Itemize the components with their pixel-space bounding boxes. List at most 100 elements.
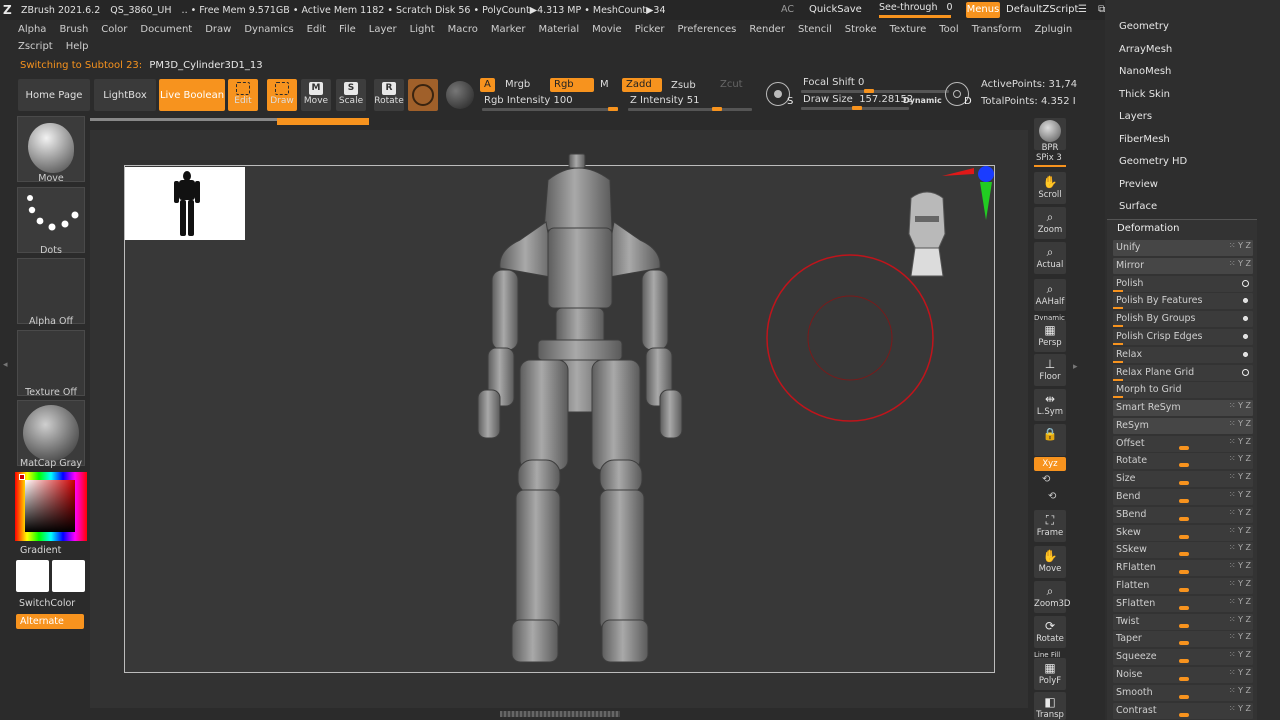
menu-file[interactable]: File	[339, 24, 356, 35]
main-color-swatch[interactable]	[16, 560, 49, 592]
z-intensity-slider[interactable]: Z Intensity 51	[626, 94, 703, 108]
scroll-button[interactable]: ✋ Scroll	[1034, 172, 1066, 204]
home-page-button[interactable]: Home Page	[18, 79, 90, 111]
axis-toggle-icons[interactable]: ⁙ Y Z	[1229, 597, 1251, 606]
deform-relax[interactable]: Relax	[1113, 346, 1253, 363]
deform-polish-by-groups[interactable]: Polish By Groups	[1113, 311, 1253, 328]
persp-button[interactable]: ▦ Persp	[1034, 320, 1066, 352]
zoom3d-button[interactable]: ⌕ Zoom3D	[1034, 581, 1070, 613]
deform-relax-plane-grid[interactable]: Relax Plane Grid	[1113, 364, 1253, 381]
menu-texture[interactable]: Texture	[890, 24, 927, 35]
a-toggle[interactable]: A	[480, 78, 495, 92]
rgb-intensity-knob[interactable]	[608, 107, 618, 111]
menu-stencil[interactable]: Stencil	[798, 24, 832, 35]
palette-surface[interactable]: Surface	[1119, 201, 1157, 212]
rotate-button[interactable]: R Rotate	[374, 79, 404, 111]
move-button[interactable]: M Move	[301, 79, 331, 111]
axis-toggle-icons[interactable]: ⁙ Y Z	[1229, 401, 1251, 410]
deform-taper[interactable]: Taper ⁙ Y Z	[1113, 631, 1253, 648]
axis-toggle-icons[interactable]: ⁙ Y Z	[1229, 579, 1251, 588]
zadd-toggle[interactable]: Zadd	[622, 78, 662, 92]
axis-toggle-icons[interactable]: ⁙ Y Z	[1229, 472, 1251, 481]
deform-unify[interactable]: Unify ⁙ Y Z	[1113, 240, 1253, 256]
deform-flatten[interactable]: Flatten ⁙ Y Z	[1113, 578, 1253, 594]
live-boolean-button[interactable]: Live Boolean	[159, 79, 225, 111]
deformation-header[interactable]: Deformation	[1117, 223, 1179, 234]
deform-polish-by-features[interactable]: Polish By Features	[1113, 293, 1253, 310]
navigator-thumbnail[interactable]	[125, 167, 245, 240]
m-toggle[interactable]: M	[596, 78, 613, 92]
deform-smart-resym[interactable]: Smart ReSym ⁙ Y Z	[1113, 400, 1253, 416]
axis-toggle-icons[interactable]: ⁙ Y Z	[1229, 668, 1251, 677]
spix-slider[interactable]: SPix 3	[1036, 153, 1062, 163]
axis-toggle-icons[interactable]: ⁙ Y Z	[1229, 454, 1251, 463]
gradient-label[interactable]: Gradient	[20, 545, 61, 556]
see-through-slider[interactable]: See-through 0	[879, 2, 953, 13]
axis-toggle-icons[interactable]: ⁙ Y Z	[1229, 259, 1251, 268]
axis-toggle-icons[interactable]: ⁙ Y Z	[1229, 543, 1251, 552]
rotate-view-button[interactable]: ⟳ Rotate	[1034, 616, 1066, 648]
draw-button[interactable]: Draw	[267, 79, 297, 111]
axis-gizmo-icon[interactable]	[940, 164, 998, 222]
deform-sskew[interactable]: SSkew ⁙ Y Z	[1113, 542, 1253, 559]
transp-button[interactable]: ◧ Transp	[1034, 692, 1066, 720]
draw-size-slider[interactable]: Draw Size 157.28152	[799, 93, 917, 107]
local-symmetry-button[interactable]: ⇹ L.Sym	[1034, 389, 1066, 421]
armor-model[interactable]	[460, 150, 700, 670]
palette-layers[interactable]: Layers	[1119, 111, 1152, 122]
axis-toggle-icons[interactable]: ⁙ Y Z	[1229, 561, 1251, 570]
scale-button[interactable]: S Scale	[336, 79, 366, 111]
toggle-dot-icon[interactable]	[1242, 368, 1249, 376]
alternate-toggle[interactable]: Alternate	[16, 614, 84, 629]
toggle-dot-icon[interactable]	[1243, 351, 1248, 357]
deform-polish-crisp-edges[interactable]: Polish Crisp Edges	[1113, 329, 1253, 345]
default-zscript-button[interactable]: DefaultZScript	[1006, 4, 1078, 15]
palette-thick-skin[interactable]: Thick Skin	[1119, 89, 1170, 100]
deform-twist[interactable]: Twist ⁙ Y Z	[1113, 613, 1253, 630]
menu-transform[interactable]: Transform	[972, 24, 1022, 35]
zoom-button[interactable]: ⌕ Zoom	[1034, 207, 1066, 239]
material-selector[interactable]	[17, 400, 85, 466]
floor-button[interactable]: ⊥ Floor	[1034, 354, 1066, 386]
slider-knob[interactable]	[1179, 570, 1189, 575]
slider-knob[interactable]	[1179, 712, 1189, 717]
zsub-toggle[interactable]: Zsub	[667, 79, 700, 93]
axis-toggle-icons[interactable]: ⁙ Y Z	[1229, 508, 1251, 517]
axis-toggle-icons[interactable]: ⁙ Y Z	[1229, 632, 1251, 641]
bpr-button[interactable]: BPR	[1034, 118, 1066, 153]
deform-skew[interactable]: Skew ⁙ Y Z	[1113, 524, 1253, 541]
secondary-color-swatch[interactable]	[52, 560, 85, 592]
palette-geometry[interactable]: Geometry	[1119, 21, 1169, 32]
slider-knob[interactable]	[1179, 499, 1189, 503]
actual-button[interactable]: ⌕ Actual	[1034, 242, 1066, 274]
z-intensity-track[interactable]	[628, 108, 752, 111]
rgb-toggle[interactable]: Rgb	[550, 78, 594, 92]
slider-knob[interactable]	[1179, 623, 1189, 628]
palette-icon[interactable]: ☰	[1078, 4, 1087, 15]
canvas-scroll-left[interactable]	[90, 118, 278, 121]
move-view-button[interactable]: ✋ Move	[1034, 546, 1066, 578]
color-sphere-icon[interactable]	[446, 81, 474, 109]
menu-brush[interactable]: Brush	[59, 24, 88, 35]
axis-toggle-icons[interactable]: ⁙ Y Z	[1229, 490, 1251, 499]
y-rotate-icon[interactable]: ⟲	[1042, 474, 1050, 485]
color-square[interactable]	[25, 480, 75, 532]
polyf-button[interactable]: ▦ PolyF	[1034, 658, 1066, 690]
draw-size-knob[interactable]	[852, 106, 862, 110]
alpha-selector[interactable]	[17, 258, 85, 324]
rgb-intensity-slider[interactable]: Rgb Intensity 100	[480, 94, 577, 108]
menu-zscript[interactable]: Zscript	[18, 41, 53, 52]
toggle-dot-icon[interactable]	[1242, 279, 1249, 287]
palette-nanomesh[interactable]: NanoMesh	[1119, 66, 1171, 77]
edit-button[interactable]: Edit	[228, 79, 258, 111]
menu-stroke[interactable]: Stroke	[845, 24, 877, 35]
axis-toggle-icons[interactable]: ⁙ Y Z	[1229, 437, 1251, 446]
menu-macro[interactable]: Macro	[448, 24, 478, 35]
menu-edit[interactable]: Edit	[307, 24, 326, 35]
z-intensity-knob[interactable]	[712, 107, 722, 111]
gyro-lock-button[interactable]: 🔒	[1034, 424, 1066, 456]
slider-knob[interactable]	[1179, 516, 1189, 521]
xyz-toggle[interactable]: Xyz	[1034, 457, 1066, 471]
deform-morph-to-grid[interactable]: Morph to Grid	[1113, 382, 1253, 399]
deform-sbend[interactable]: SBend ⁙ Y Z	[1113, 506, 1253, 523]
